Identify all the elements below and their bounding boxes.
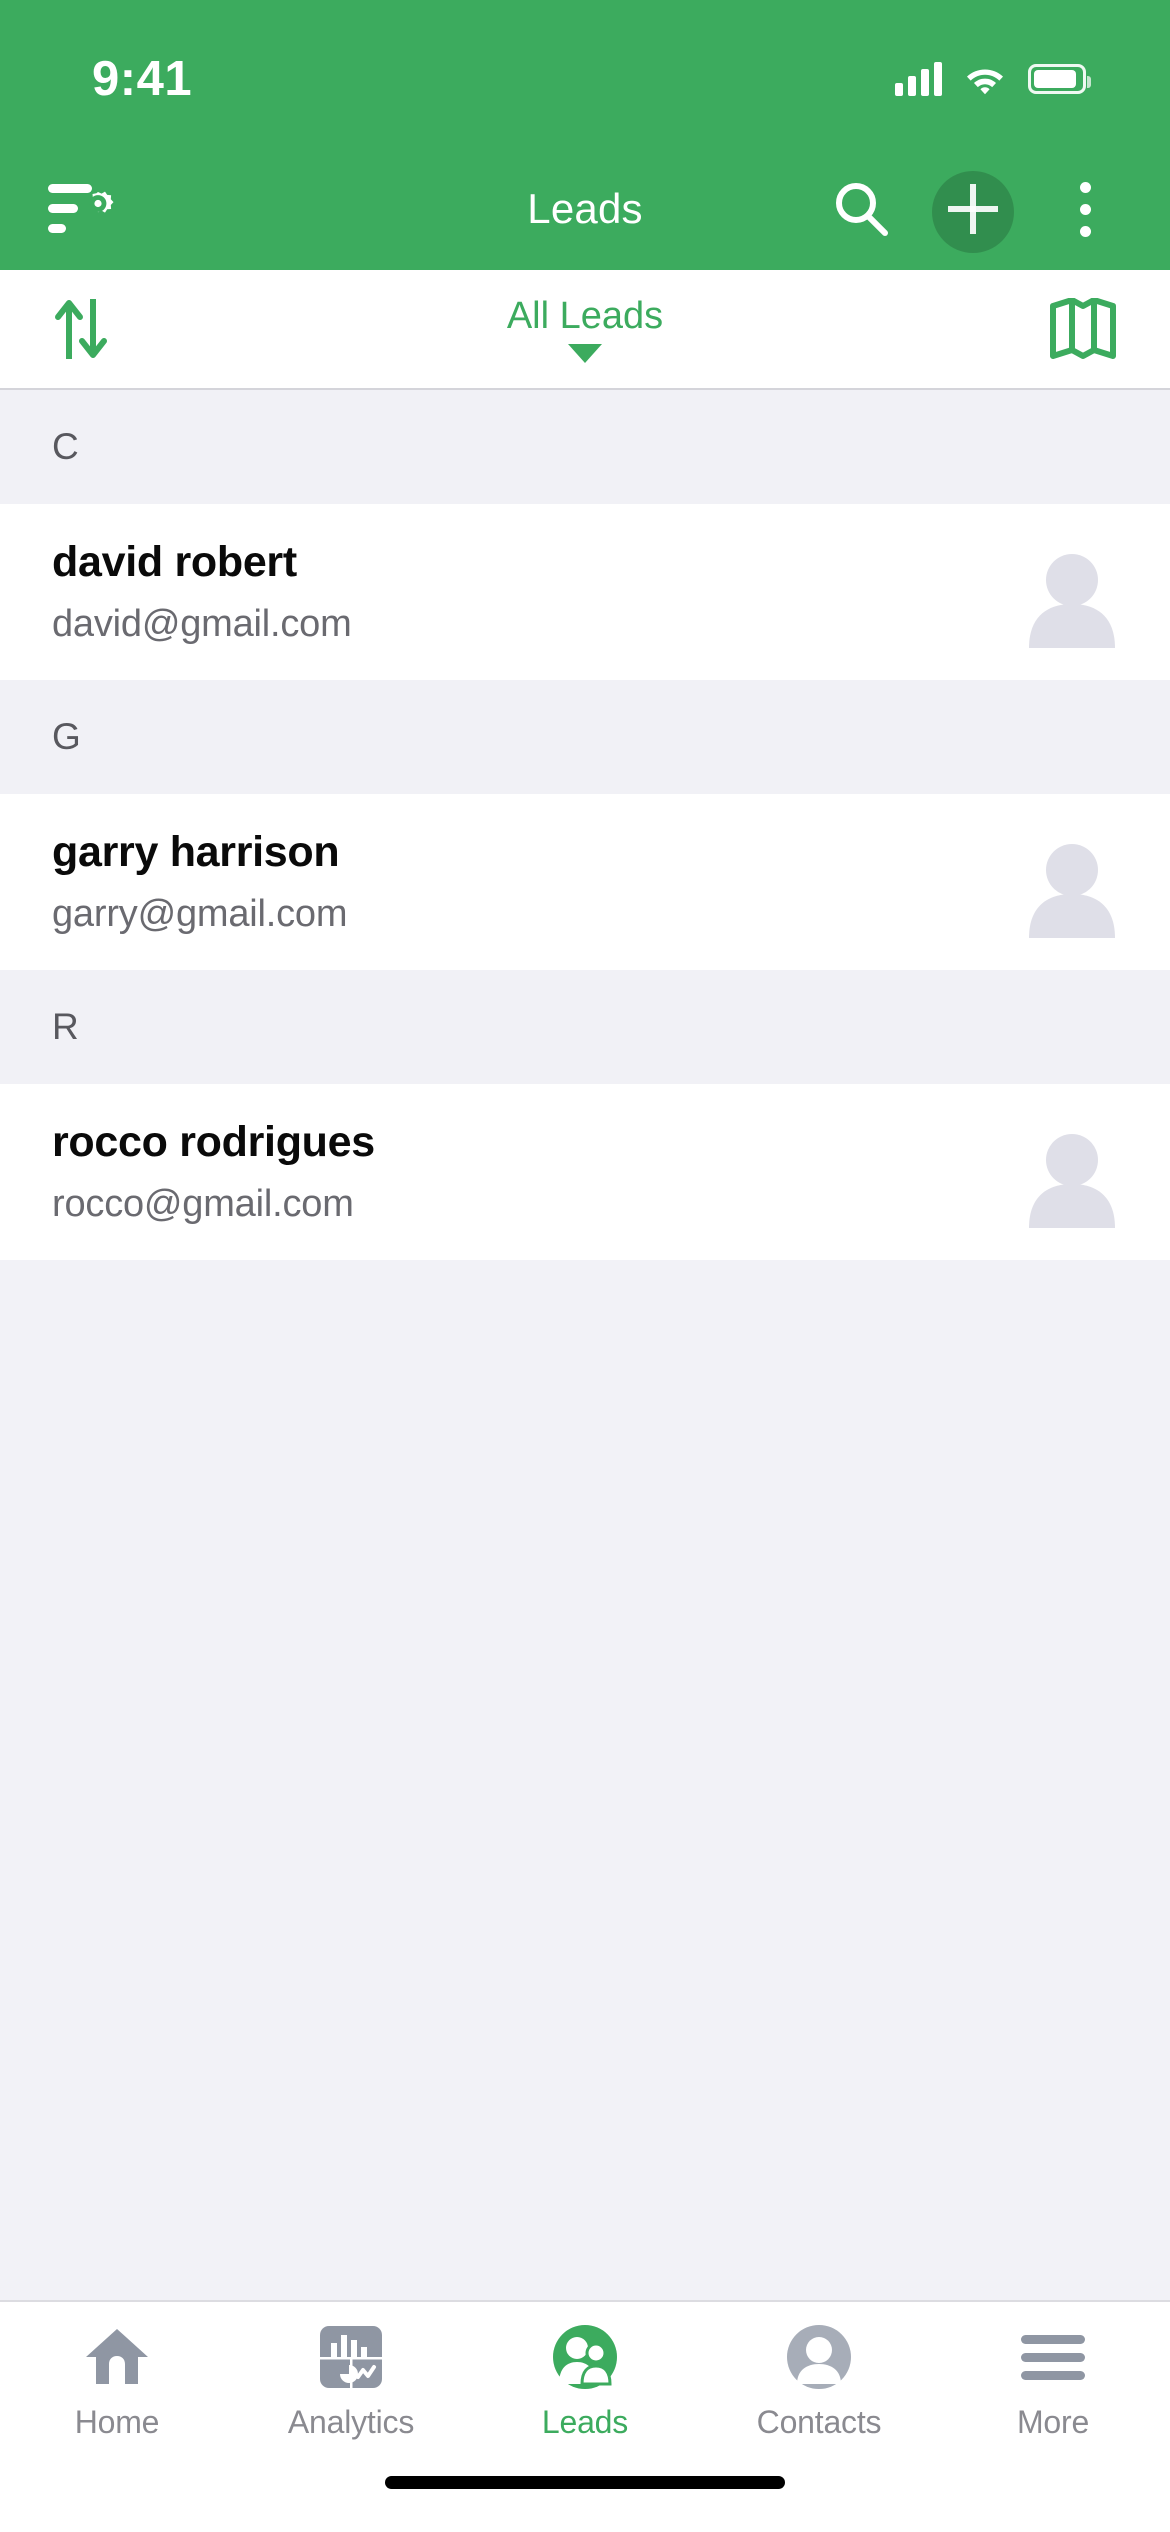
section-header: C [0,390,1170,504]
tab-label: Home [74,2403,160,2440]
home-indicator[interactable] [385,2476,785,2489]
leads-view-label: All Leads [506,295,664,337]
cellular-signal-icon [895,62,942,96]
app-screen: 9:41 Leads All Leads C david robert davi… [0,0,1170,2532]
sort-arrows-icon[interactable] [38,286,124,372]
lead-info: rocco rodrigues rocco@gmail.com [52,1118,1016,1226]
home-icon [84,2322,150,2392]
map-icon[interactable] [1040,286,1126,372]
section-header: G [0,680,1170,794]
app-bar-actions [818,166,1128,252]
list-item[interactable]: david robert david@gmail.com [0,504,1170,680]
status-bar-icons [895,52,1091,96]
section-header-letter: R [52,1006,79,1047]
lead-email: david@gmail.com [52,603,352,645]
lead-info: garry harrison garry@gmail.com [52,828,1016,936]
leads-list[interactable]: C david robert david@gmail.com G garry h… [0,390,1170,2300]
person-placeholder-avatar [1016,1116,1128,1228]
plus-icon[interactable] [930,166,1016,252]
tab-label: Leads [541,2403,629,2440]
search-icon[interactable] [818,166,904,252]
hamburger-menu-icon [1019,2322,1087,2392]
tab-label: More [1016,2403,1090,2440]
contact-person-icon [786,2322,852,2392]
wifi-icon [967,69,1003,95]
leads-view-selector[interactable]: All Leads [0,270,1170,388]
person-placeholder-avatar [1016,536,1128,648]
lead-email: garry@gmail.com [52,893,348,935]
status-bar: 9:41 [0,0,1170,148]
tab-label: Contacts [756,2403,882,2440]
tab-leads[interactable]: Leads [468,2302,702,2460]
section-header-letter: G [52,716,81,757]
tab-label: Analytics [287,2403,415,2440]
lead-name: garry harrison [52,828,340,876]
tab-contacts[interactable]: Contacts [702,2302,936,2460]
lead-name: david robert [52,538,297,586]
lead-info: david robert david@gmail.com [52,538,1016,646]
filter-settings-icon[interactable] [40,166,126,252]
app-bar: Leads [0,148,1170,270]
caret-down-icon [568,344,602,363]
analytics-chart-icon [319,2322,383,2392]
lead-name: rocco rodrigues [52,1118,375,1166]
battery-icon [1028,64,1091,94]
more-vertical-icon[interactable] [1042,166,1128,252]
tab-home[interactable]: Home [0,2302,234,2460]
list-item[interactable]: rocco rodrigues rocco@gmail.com [0,1084,1170,1260]
section-header-letter: C [52,426,79,467]
lead-email: rocco@gmail.com [52,1183,354,1225]
list-item[interactable]: garry harrison garry@gmail.com [0,794,1170,970]
filter-bar: All Leads [0,270,1170,390]
tab-analytics[interactable]: Analytics [234,2302,468,2460]
person-placeholder-avatar [1016,826,1128,938]
section-header: R [0,970,1170,1084]
status-bar-clock: 9:41 [92,51,193,106]
leads-people-icon [552,2322,618,2392]
tab-more[interactable]: More [936,2302,1170,2460]
home-indicator-area [0,2460,1170,2532]
bottom-tab-bar: Home Analytics Leads Contacts More [0,2300,1170,2460]
